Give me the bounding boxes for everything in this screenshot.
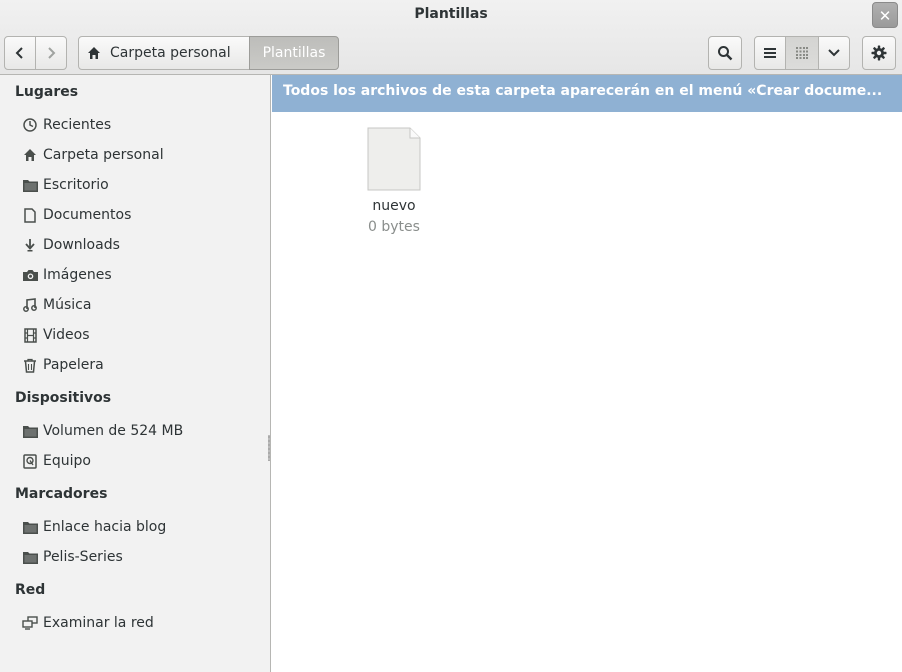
search-icon bbox=[718, 46, 733, 61]
sidebar-item-escritorio[interactable]: Escritorio bbox=[22, 172, 262, 198]
sidebar-item-musica[interactable]: Música bbox=[22, 292, 262, 318]
sidebar-heading-red: Red bbox=[15, 582, 46, 598]
file-size: 0 bytes bbox=[368, 219, 420, 235]
clock-icon bbox=[22, 117, 38, 133]
pane-resize-handle[interactable] bbox=[268, 435, 270, 461]
document-icon bbox=[22, 207, 38, 223]
sidebar-item-label: Volumen de 524 MB bbox=[43, 423, 184, 439]
close-button[interactable]: ✕ bbox=[872, 2, 898, 28]
list-view-button[interactable] bbox=[754, 36, 786, 70]
sidebar-item-documentos[interactable]: Documentos bbox=[22, 202, 262, 228]
drive-icon bbox=[22, 453, 38, 469]
header-bar: Plantillas ✕ Carpeta personal Plantillas bbox=[0, 0, 902, 75]
close-icon: ✕ bbox=[878, 7, 892, 25]
go-back-icon bbox=[15, 47, 23, 59]
film-icon bbox=[22, 327, 38, 343]
grid-view-button[interactable] bbox=[785, 36, 819, 70]
sidebar-item-label: Carpeta personal bbox=[43, 147, 164, 163]
sidebar-item-equipo[interactable]: Equipo bbox=[22, 448, 262, 474]
sidebar-item-papelera[interactable]: Papelera bbox=[22, 352, 262, 378]
sidebar-item-imagenes[interactable]: Imágenes bbox=[22, 262, 262, 288]
folder-icon bbox=[22, 177, 38, 193]
info-bar-message: Todos los archivos de esta carpeta apare… bbox=[283, 83, 883, 99]
blank-file-icon bbox=[367, 127, 421, 191]
gear-icon bbox=[871, 45, 887, 61]
sidebar-item-examinar-red[interactable]: Examinar la red bbox=[22, 610, 262, 636]
breadcrumb-home[interactable]: Carpeta personal bbox=[78, 36, 250, 70]
sidebar-item-videos[interactable]: Videos bbox=[22, 322, 262, 348]
list-view-icon bbox=[764, 48, 776, 58]
trash-icon bbox=[22, 357, 38, 373]
sidebar-item-label: Downloads bbox=[43, 237, 120, 253]
sidebar: Lugares Recientes Carpeta personal Escri… bbox=[0, 75, 271, 672]
sidebar-heading-lugares: Lugares bbox=[15, 84, 79, 100]
sidebar-item-label: Pelis-Series bbox=[43, 549, 123, 565]
view-options-button[interactable] bbox=[818, 36, 850, 70]
window-title: Plantillas bbox=[414, 6, 488, 22]
sidebar-item-label: Enlace hacia blog bbox=[43, 519, 167, 535]
sidebar-item-volumen[interactable]: Volumen de 524 MB bbox=[22, 418, 262, 444]
sidebar-item-label: Escritorio bbox=[43, 177, 109, 193]
folder-icon bbox=[22, 549, 38, 565]
templates-info-bar: Todos los archivos de esta carpeta apare… bbox=[272, 75, 902, 112]
file-view[interactable]: nuevo 0 bytes bbox=[272, 112, 902, 672]
search-button[interactable] bbox=[708, 36, 742, 70]
settings-button[interactable] bbox=[862, 36, 896, 70]
network-icon bbox=[22, 615, 38, 631]
sidebar-item-carpeta-personal[interactable]: Carpeta personal bbox=[22, 142, 262, 168]
sidebar-item-label: Papelera bbox=[43, 357, 104, 373]
sidebar-item-label: Música bbox=[43, 297, 92, 313]
sidebar-item-recientes[interactable]: Recientes bbox=[22, 112, 262, 138]
file-item-nuevo[interactable]: nuevo 0 bytes bbox=[352, 126, 436, 235]
breadcrumb-home-label: Carpeta personal bbox=[110, 45, 231, 61]
folder-icon bbox=[22, 519, 38, 535]
breadcrumb-current-label: Plantillas bbox=[262, 45, 326, 61]
back-button[interactable] bbox=[4, 36, 36, 70]
sidebar-heading-marcadores: Marcadores bbox=[15, 486, 108, 502]
sidebar-item-pelis-series[interactable]: Pelis-Series bbox=[22, 544, 262, 570]
sidebar-item-label: Videos bbox=[43, 327, 90, 343]
forward-button[interactable] bbox=[35, 36, 67, 70]
breadcrumb-current[interactable]: Plantillas bbox=[249, 36, 339, 70]
file-name: nuevo bbox=[372, 198, 416, 214]
music-icon bbox=[22, 297, 38, 313]
sidebar-item-downloads[interactable]: Downloads bbox=[22, 232, 262, 258]
home-icon bbox=[88, 47, 100, 59]
chevron-down-icon bbox=[828, 49, 840, 57]
sidebar-heading-dispositivos: Dispositivos bbox=[15, 390, 112, 406]
sidebar-item-label: Imágenes bbox=[43, 267, 112, 283]
sidebar-item-label: Recientes bbox=[43, 117, 112, 133]
folder-icon bbox=[22, 423, 38, 439]
go-forward-icon bbox=[48, 47, 56, 59]
home-icon bbox=[22, 147, 38, 163]
sidebar-item-label: Documentos bbox=[43, 207, 132, 223]
download-icon bbox=[22, 237, 38, 253]
sidebar-item-enlace-blog[interactable]: Enlace hacia blog bbox=[22, 514, 262, 540]
sidebar-item-label: Equipo bbox=[43, 453, 91, 469]
sidebar-item-label: Examinar la red bbox=[43, 615, 154, 631]
camera-icon bbox=[22, 267, 38, 283]
grid-view-icon bbox=[796, 47, 808, 59]
